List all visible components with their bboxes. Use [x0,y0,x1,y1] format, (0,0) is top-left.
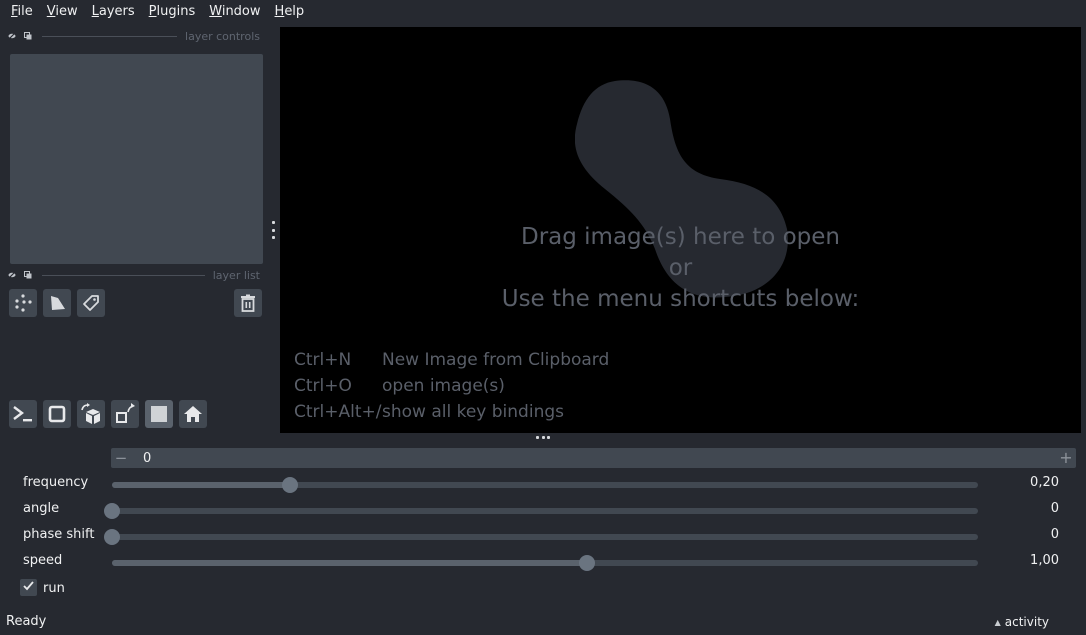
param-slider[interactable] [112,534,978,540]
param-label: frequency [23,475,89,490]
roll-dims-button[interactable] [77,400,105,428]
slider-handle[interactable] [104,529,120,545]
transpose-icon [114,403,136,425]
console-button[interactable] [9,400,37,428]
shortcut-row: Ctrl+Alt+/ show all key bindings [294,399,609,425]
shortcut-action: open image(s) [382,376,505,396]
param-value: 0 [1050,501,1059,516]
shortcut-key: Ctrl+N [294,350,352,370]
menu-layers-mnemonic: L [91,4,99,19]
new-points-icon [13,293,33,313]
square-icon [47,404,67,424]
dims-slider[interactable]: − 0 + [111,448,1076,468]
menu-view[interactable]: View [40,0,85,24]
layer-list-title: layer list [212,268,260,282]
param-phase-shift: phase shift 0 [0,525,1086,547]
param-slider[interactable] [112,482,978,488]
new-labels-button[interactable] [77,289,105,317]
menu-help-mnemonic: H [274,4,285,19]
dock-resize-handle[interactable] [270,221,276,239]
slider-fill [112,482,290,488]
caret-up-icon: ▲ [994,617,1001,627]
shortcut-action: show all key bindings [382,402,564,422]
menu-file-label: ile [17,4,33,19]
new-shapes-icon [47,293,67,313]
new-points-button[interactable] [9,289,37,317]
layer-controls-title: layer controls [185,29,260,43]
menu-window[interactable]: Window [202,0,267,24]
menu-file[interactable]: File [4,0,40,24]
dims-value[interactable]: 0 [143,451,151,466]
param-slider[interactable] [112,508,978,514]
param-slider[interactable] [112,560,978,566]
menu-help-label: elp [284,4,305,19]
delete-layer-button[interactable] [234,289,262,317]
filled-square-icon [149,404,169,424]
layer-list-titlebar: layer list [8,268,260,282]
dims-increment-button[interactable]: + [1059,448,1073,468]
status-text: Ready [6,614,47,629]
menu-help[interactable]: Help [268,0,312,24]
param-speed: speed 1,00 [0,551,1086,573]
menu-window-label: indow [221,4,261,19]
welcome-line-3: Use the menu shortcuts below: [501,286,860,312]
welcome-line-1: Drag image(s) here to open [521,224,840,250]
param-label: angle [23,501,60,516]
transpose-button[interactable] [111,400,139,428]
float-dock-icon[interactable] [24,271,32,279]
ndisplay-button[interactable] [43,400,71,428]
new-shapes-button[interactable] [43,289,71,317]
roll-cube-icon [80,403,102,425]
param-label: phase shift [23,527,95,542]
shortcut-action: New Image from Clipboard [382,350,610,370]
menu-view-label: iew [55,4,78,19]
param-label: speed [23,553,63,568]
slider-handle[interactable] [578,555,595,571]
shortcut-key: Ctrl+Alt+/ [294,402,382,422]
close-dock-icon[interactable] [8,271,16,279]
float-dock-icon[interactable] [24,32,32,40]
console-icon [12,404,34,424]
activity-label: activity [1004,615,1049,629]
param-value: 0,20 [1030,475,1059,490]
shortcut-row: Ctrl+N New Image from Clipboard [294,347,609,373]
dock-bottom-resize-handle[interactable] [536,436,550,439]
checkmark-icon [22,579,35,596]
viewer-canvas[interactable]: Drag image(s) here to open or Use the me… [280,27,1081,433]
grid-toggle-button[interactable] [145,400,173,428]
welcome-line-2: or [668,255,693,281]
slider-handle[interactable] [104,503,120,519]
param-angle: angle 0 [0,499,1086,521]
shortcut-key: Ctrl+O [294,376,352,396]
shortcut-list: Ctrl+N New Image from Clipboard Ctrl+O o… [294,347,609,425]
run-checkbox[interactable] [20,579,37,596]
home-button[interactable] [179,400,207,428]
home-icon [183,404,203,424]
param-value: 1,00 [1030,553,1059,568]
layer-controls-panel [10,54,263,264]
layer-controls-titlebar: layer controls [8,29,260,43]
dims-decrement-button[interactable]: − [111,449,131,467]
new-labels-icon [81,293,101,313]
menu-layers[interactable]: Layers [85,0,142,24]
activity-toggle[interactable]: ▲ activity [995,615,1049,629]
param-value: 0 [1050,527,1059,542]
close-dock-icon[interactable] [8,32,16,40]
menu-layers-label: ayers [98,4,135,19]
trash-icon [238,293,258,313]
slider-handle[interactable] [281,477,298,493]
menu-plugins-mnemonic: P [148,4,157,19]
titlebar-rule [42,274,205,276]
menu-plugins-label: lugins [156,4,196,19]
param-frequency: frequency 0,20 [0,473,1086,495]
titlebar-rule [42,35,178,37]
slider-fill [112,560,587,566]
menu-plugins[interactable]: Plugins [142,0,203,24]
menubar: File View Layers Plugins Window Help [0,0,1086,24]
run-label: run [43,581,65,596]
menu-window-mnemonic: W [209,4,222,19]
shortcut-row: Ctrl+O open image(s) [294,373,609,399]
